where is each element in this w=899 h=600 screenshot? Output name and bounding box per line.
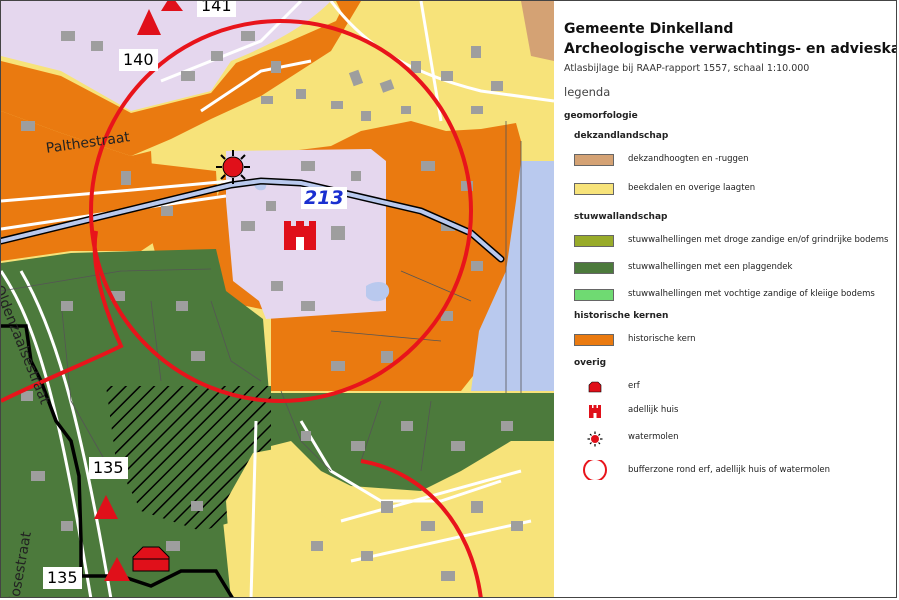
map-sheet: Palthestraat Oldenzaalsestraat losestraa…: [0, 0, 897, 598]
map-subtitle: Atlasbijlage bij RAAP-rapport 1557, scha…: [564, 63, 810, 74]
legend-item-label: stuwwalhellingen met droge zandige en/of…: [628, 235, 889, 245]
watermolen-symbol: [216, 150, 250, 184]
adellijk-huis-symbol: [284, 221, 316, 250]
map-canvas: [1, 1, 554, 597]
legend-panel: Gemeente Dinkelland Archeologische verwa…: [554, 1, 897, 597]
swatch-plaggendek: [574, 262, 614, 274]
map-title-municipality: Gemeente Dinkelland: [564, 21, 734, 37]
point-label-135-north: 135: [89, 457, 128, 479]
legend-item-erf: erf: [574, 380, 894, 396]
legend-item-label: dekzandhoogten en -ruggen: [628, 154, 749, 164]
legend-group-dekzandlandschap: dekzandlandschap: [574, 131, 669, 141]
bufferzone-icon: [583, 460, 607, 480]
point-label-135-south: 135: [43, 567, 82, 589]
legend-item-plaggendek: stuwwalhellingen met een plaggendek: [574, 261, 894, 277]
legend-item-label: historische kern: [628, 334, 696, 344]
swatch-historische-kern: [574, 334, 614, 346]
legend-group-overig: overig: [574, 358, 607, 368]
legend-item-label: adellijk huis: [628, 405, 679, 415]
legend-item-droge-bodems: stuwwalhellingen met droge zandige en/of…: [574, 234, 894, 250]
legend-item-label: stuwwalhellingen met vochtige zandige of…: [628, 289, 875, 299]
swatch-beekdalen: [574, 183, 614, 195]
legend-item-label: stuwwalhellingen met een plaggendek: [628, 262, 793, 272]
legend-item-watermolen: watermolen: [574, 431, 894, 447]
legend-item-label: beekdalen en overige laagten: [628, 183, 756, 193]
site-number-label: 213: [301, 187, 347, 209]
legend-item-dekzandhoogten: dekzandhoogten en -ruggen: [574, 153, 894, 169]
map-area[interactable]: Palthestraat Oldenzaalsestraat losestraa…: [1, 1, 554, 597]
point-label-141: 141: [197, 1, 236, 17]
legend-heading: legenda: [564, 85, 611, 99]
legend-section-geomorfologie: geomorfologie: [564, 111, 638, 121]
legend-item-vochtige-bodems: stuwwalhellingen met vochtige zandige of…: [574, 288, 894, 304]
watermolen-icon: [587, 431, 603, 447]
legend-item-beekdalen: beekdalen en overige laagten: [574, 182, 894, 198]
legend-item-label: bufferzone rond erf, adellijk huis of wa…: [628, 465, 831, 475]
adellijk-huis-icon: [589, 405, 601, 418]
legend-item-historische-kern: historische kern: [574, 333, 894, 349]
erf-icon: [588, 381, 602, 393]
swatch-vochtige-bodems: [574, 289, 614, 301]
map-title: Archeologische verwachtings- en advieska…: [564, 41, 897, 57]
legend-item-label: erf: [628, 381, 640, 391]
legend-item-adellijk-huis: adellijk huis: [574, 404, 894, 420]
legend-group-stuwwallandschap: stuwwallandschap: [574, 212, 668, 222]
point-label-140: 140: [119, 49, 158, 71]
swatch-dekzandhoogten: [574, 154, 614, 166]
legend-item-bufferzone: bufferzone rond erf, adellijk huis of wa…: [574, 460, 894, 482]
legend-item-label: watermolen: [628, 432, 679, 442]
swatch-droge-bodems: [574, 235, 614, 247]
legend-group-historische-kernen: historische kernen: [574, 311, 669, 321]
